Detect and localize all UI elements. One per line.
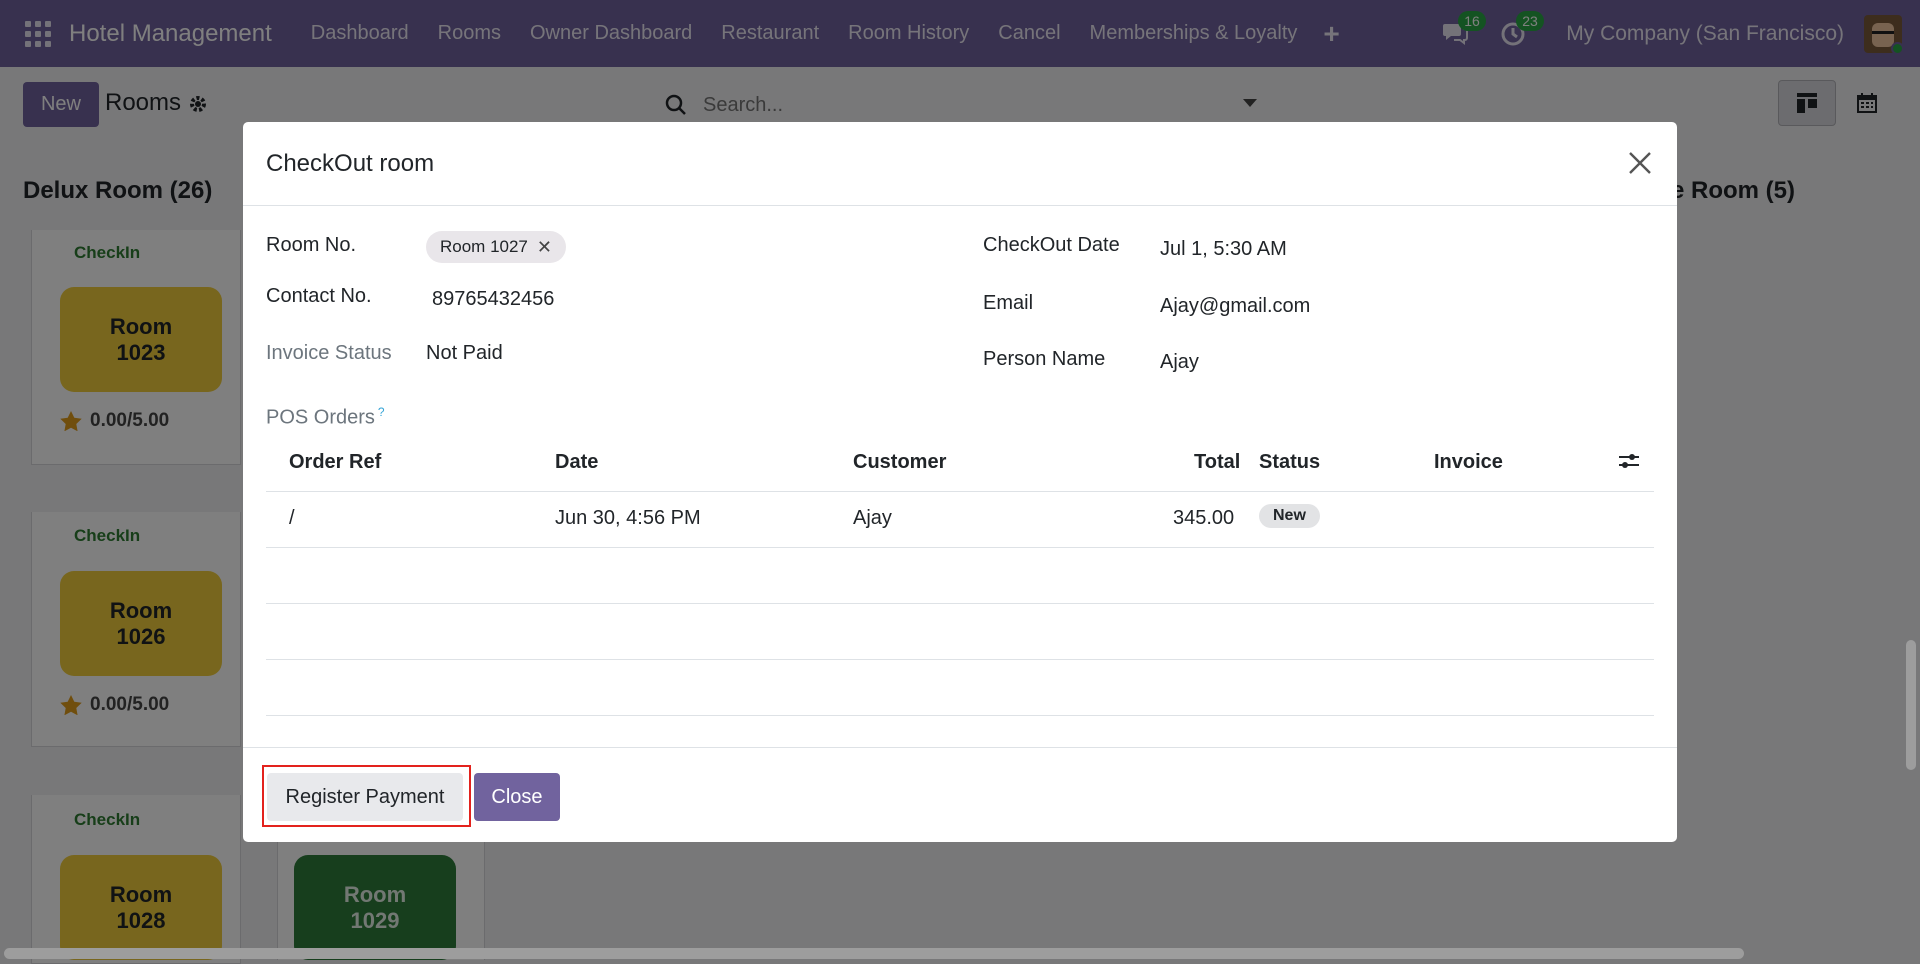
column-header-date[interactable]: Date xyxy=(555,451,598,474)
column-settings-icon[interactable] xyxy=(1618,451,1640,471)
dialog-header: CheckOut room xyxy=(243,122,1677,206)
invoice-status-label: Invoice Status xyxy=(266,342,392,364)
checkout-date-label: CheckOut Date xyxy=(983,234,1120,256)
email-field[interactable]: Ajay@gmail.com xyxy=(1160,295,1310,318)
cell-order-ref: / xyxy=(289,507,295,529)
vertical-scrollbar[interactable] xyxy=(1906,640,1916,770)
checkout-dialog: CheckOut room Room No. Room 1027 ✕ Conta… xyxy=(243,122,1677,842)
cell-total: 345.00 xyxy=(1173,507,1235,529)
room-no-tag: Room 1027 ✕ xyxy=(426,231,566,263)
contact-no-label: Contact No. xyxy=(266,285,372,307)
dialog-title: CheckOut room xyxy=(266,150,435,177)
column-header-invoice[interactable]: Invoice xyxy=(1434,451,1503,474)
invoice-status-value: Not Paid xyxy=(426,342,503,364)
help-icon[interactable]: ? xyxy=(378,405,385,419)
column-header-status[interactable]: Status xyxy=(1259,451,1320,474)
cell-date: Jun 30, 4:56 PM xyxy=(555,507,701,529)
status-badge: New xyxy=(1259,504,1320,528)
table-row[interactable]: / Jun 30, 4:56 PM Ajay 345.00 New xyxy=(266,491,1654,547)
table-divider xyxy=(266,715,1654,716)
cell-customer: Ajay xyxy=(853,507,892,529)
person-name-label: Person Name xyxy=(983,348,1106,370)
email-label: Email xyxy=(983,292,1034,314)
pos-orders-label-text: POS Orders xyxy=(266,406,375,429)
checkout-date-field[interactable]: Jul 1, 5:30 AM xyxy=(1160,238,1287,261)
remove-tag-icon[interactable]: ✕ xyxy=(537,237,552,258)
column-header-customer[interactable]: Customer xyxy=(853,451,946,474)
person-name-field[interactable]: Ajay xyxy=(1160,351,1199,374)
horizontal-scrollbar[interactable] xyxy=(4,948,1744,959)
table-row-empty xyxy=(266,659,1654,715)
column-header-total[interactable]: Total xyxy=(1194,451,1240,474)
register-payment-button[interactable]: Register Payment xyxy=(267,773,463,821)
table-row-empty xyxy=(266,603,1654,659)
pos-orders-label: POS Orders? xyxy=(266,405,385,430)
dialog-footer: Register Payment Close xyxy=(243,747,1677,842)
close-button[interactable]: Close xyxy=(474,773,560,821)
close-icon[interactable] xyxy=(1625,148,1655,178)
room-no-label: Room No. xyxy=(266,234,357,256)
column-header-order-ref[interactable]: Order Ref xyxy=(289,451,381,474)
contact-no-field[interactable]: 89765432456 xyxy=(432,288,554,311)
table-row-empty xyxy=(266,547,1654,603)
room-no-tag-text: Room 1027 xyxy=(440,237,528,256)
